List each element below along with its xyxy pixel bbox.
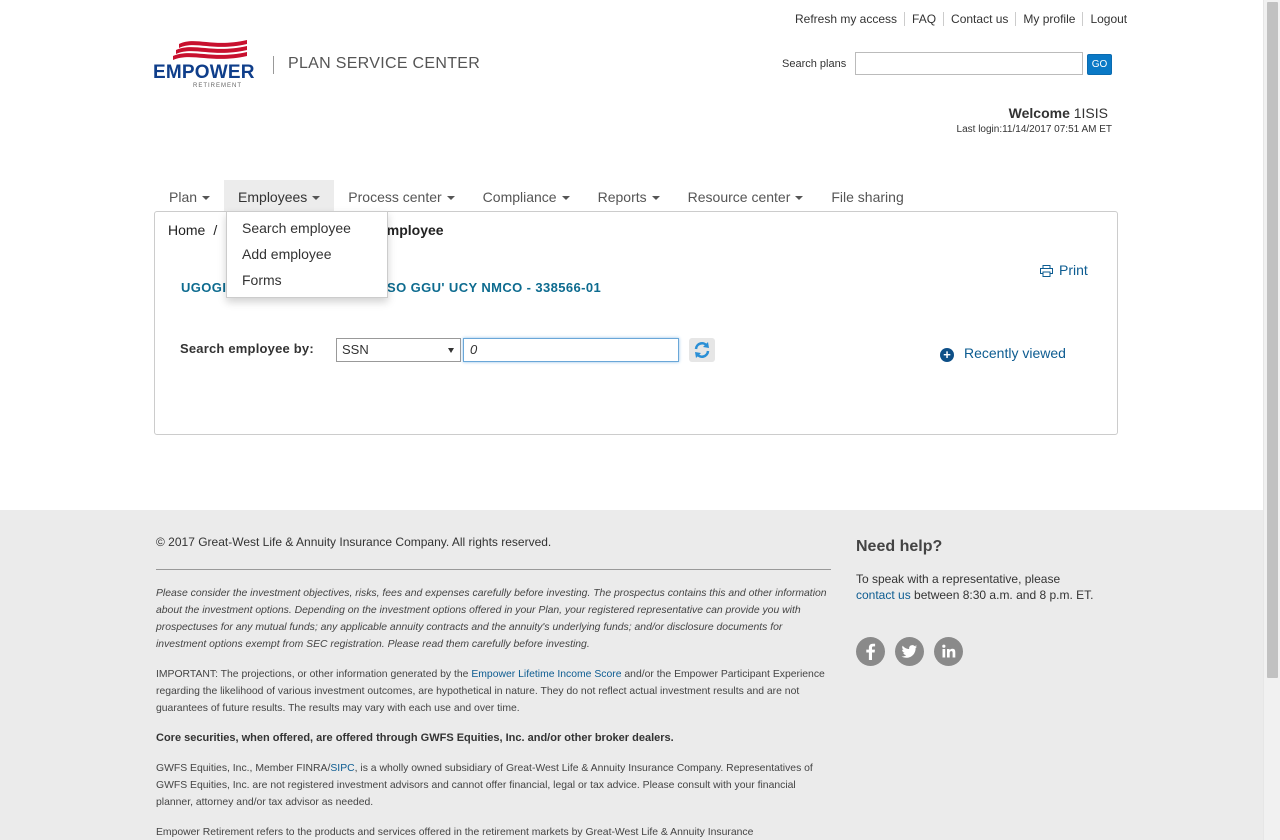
caret-down-icon <box>202 196 211 201</box>
refresh-button[interactable] <box>689 338 715 362</box>
nav-employees[interactable]: Employees <box>224 180 335 212</box>
menu-item-forms[interactable]: Forms <box>242 272 282 288</box>
logo-subtitle: RETIREMENT <box>193 83 242 89</box>
contact-us-help-link[interactable]: contact us <box>856 588 911 602</box>
recently-viewed-link[interactable]: + Recently viewed <box>940 345 1066 362</box>
username: 1ISIS <box>1073 105 1108 121</box>
last-login: Last login:11/14/2017 07:51 AM ET <box>956 124 1112 135</box>
utility-nav: Refresh my access FAQ Contact us My prof… <box>788 12 1134 26</box>
nav-process-center[interactable]: Process center <box>334 180 468 212</box>
lifetime-income-score-link[interactable]: Empower Lifetime Income Score <box>471 669 621 680</box>
header-divider <box>273 56 274 74</box>
print-button[interactable]: Print <box>1040 262 1088 278</box>
breadcrumb: Home / <box>168 222 225 238</box>
nav-resource-center[interactable]: Resource center <box>674 180 818 212</box>
print-label: Print <box>1059 262 1088 278</box>
caret-down-icon <box>561 196 570 201</box>
search-by-label: Search employee by: <box>180 341 314 356</box>
plan-title-start: UGOGI <box>181 280 227 295</box>
linkedin-icon[interactable] <box>934 637 963 666</box>
flag-swoosh-icon <box>173 40 247 60</box>
logo-word: EMPOWER <box>153 62 255 83</box>
breadcrumb-home[interactable]: Home <box>168 222 205 238</box>
app-title: PLAN SERVICE CENTER <box>288 55 481 72</box>
menu-item-add-employee[interactable]: Add employee <box>242 246 332 262</box>
core-securities-notice: Core securities, when offered, are offer… <box>156 732 674 744</box>
empower-logo[interactable]: EMPOWER RETIREMENT <box>153 38 255 90</box>
help-text: To speak with a representative, please c… <box>856 572 1094 602</box>
plan-title-end: SO GGU' UCY NMCO - 338566-01 <box>387 280 602 295</box>
sipc-link[interactable]: SIPC <box>330 763 354 774</box>
facebook-icon[interactable] <box>856 637 885 666</box>
search-plans-label: Search plans <box>782 58 847 70</box>
footer-divider <box>156 569 831 570</box>
nav-plan[interactable]: Plan <box>155 180 224 212</box>
printer-icon <box>1040 265 1053 277</box>
refresh-access-link[interactable]: Refresh my access <box>788 12 904 26</box>
dropdown-arrow-icon <box>448 348 454 353</box>
nav-file-sharing[interactable]: File sharing <box>817 180 917 212</box>
important-notice: IMPORTANT: The projections, or other inf… <box>156 669 825 714</box>
need-help-title: Need help? <box>856 538 943 555</box>
contact-us-link[interactable]: Contact us <box>943 12 1015 26</box>
twitter-icon[interactable] <box>895 637 924 666</box>
caret-down-icon <box>651 196 660 201</box>
employee-search-input[interactable]: 0 <box>463 338 679 362</box>
menu-item-search-employee[interactable]: Search employee <box>242 220 351 236</box>
caret-down-icon <box>795 196 804 201</box>
employees-dropdown-menu: Search employee Add employee Forms <box>226 211 388 298</box>
search-type-select[interactable]: SSN <box>336 338 461 362</box>
nav-compliance[interactable]: Compliance <box>469 180 584 212</box>
nav-reports[interactable]: Reports <box>584 180 674 212</box>
welcome-word: Welcome <box>1008 105 1070 121</box>
caret-down-icon <box>312 196 321 201</box>
copyright: © 2017 Great-West Life & Annuity Insuran… <box>156 535 552 549</box>
welcome-message: Welcome 1ISIS <box>1009 105 1108 121</box>
empower-retirement-notice: Empower Retirement refers to the product… <box>156 827 754 838</box>
search-type-value: SSN <box>342 342 369 357</box>
faq-link[interactable]: FAQ <box>904 12 943 26</box>
investment-disclaimer: Please consider the investment objective… <box>156 588 827 650</box>
breadcrumb-current: employee <box>379 222 444 238</box>
caret-down-icon <box>446 196 455 201</box>
go-button[interactable]: GO <box>1087 54 1112 75</box>
scrollbar-thumb[interactable] <box>1267 2 1278 678</box>
vertical-scrollbar[interactable] <box>1263 0 1280 840</box>
recently-viewed-label: Recently viewed <box>964 345 1066 361</box>
search-plans-input[interactable] <box>855 52 1083 75</box>
logout-link[interactable]: Logout <box>1082 12 1134 26</box>
gwfs-notice: GWFS Equities, Inc., Member FINRA/SIPC, … <box>156 763 813 808</box>
my-profile-link[interactable]: My profile <box>1015 12 1082 26</box>
main-nav: Plan Employees Process center Compliance… <box>155 180 918 212</box>
plus-circle-icon: + <box>940 348 954 362</box>
breadcrumb-separator: / <box>213 222 218 238</box>
refresh-icon <box>694 342 710 358</box>
